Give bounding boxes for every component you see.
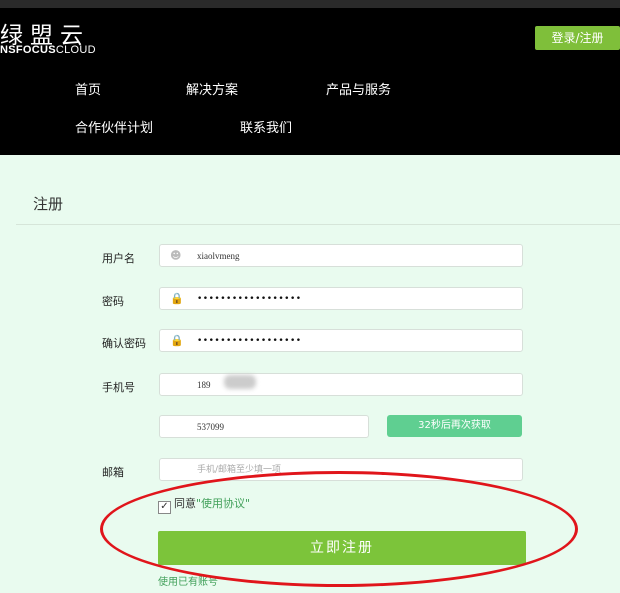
nav-item-home[interactable]: 首页 — [75, 79, 101, 98]
logo-en-thin: CLOUD — [55, 44, 96, 56]
phone-value: 189 — [197, 380, 211, 390]
phone-input[interactable]: 189 — [159, 373, 523, 396]
email-placeholder: 手机/邮箱至少填一项 — [197, 465, 282, 475]
top-strip — [0, 0, 620, 8]
resend-code-button[interactable]: 32秒后再次获取 — [387, 415, 522, 437]
password-input[interactable]: 🔒 •••••••••••••••••• — [159, 287, 523, 310]
page-title: 注册 — [33, 195, 64, 213]
username-label: 用户名 — [102, 252, 135, 265]
login-register-button[interactable]: 登录/注册 — [535, 26, 620, 50]
agree-checkbox[interactable]: ✓ — [158, 501, 171, 514]
email-label: 邮箱 — [102, 466, 124, 479]
terms-link[interactable]: "使用协议" — [196, 497, 250, 510]
top-header: 绿盟云 NSFOCUSCLOUD 登录/注册 首页 解决方案 产品与服务 合作伙… — [0, 0, 620, 155]
password-label: 密码 — [102, 295, 124, 308]
use-existing-account-link[interactable]: 使用已有账号 — [158, 573, 218, 588]
nav-item-contact[interactable]: 联系我们 — [240, 117, 292, 136]
title-divider — [16, 224, 620, 225]
nav-item-solutions[interactable]: 解决方案 — [186, 79, 238, 98]
register-now-button[interactable]: 立即注册 — [158, 531, 526, 565]
lock-icon: 🔒 — [170, 334, 184, 347]
lock-icon: 🔒 — [170, 292, 184, 305]
phone-label: 手机号 — [102, 381, 135, 394]
redacted-phone — [224, 375, 256, 389]
logo-en-bold: NSFOCUS — [0, 44, 56, 56]
confirm-password-input[interactable]: 🔒 •••••••••••••••••• — [159, 329, 523, 352]
sms-code-input[interactable]: 537099 — [159, 415, 369, 438]
register-panel: 注册 用户名 ☻ xiaolvmeng 密码 🔒 •••••••••••••••… — [0, 155, 620, 593]
confirm-password-label: 确认密码 — [102, 337, 146, 350]
password-value: •••••••••••••••••• — [197, 294, 302, 304]
confirm-password-value: •••••••••••••••••• — [197, 336, 302, 346]
email-input[interactable]: 手机/邮箱至少填一项 — [159, 458, 523, 481]
nav-item-products[interactable]: 产品与服务 — [326, 79, 391, 98]
username-value: xiaolvmeng — [197, 251, 240, 261]
logo-subtitle: NSFOCUSCLOUD — [0, 44, 96, 56]
user-icon: ☻ — [170, 249, 182, 262]
sms-code-value: 537099 — [197, 422, 224, 432]
nav-item-partners[interactable]: 合作伙伴计划 — [75, 117, 153, 136]
agree-text: 同意 — [174, 497, 196, 510]
agreement-row: ✓ 同意"使用协议" — [158, 495, 250, 514]
username-input[interactable]: ☻ xiaolvmeng — [159, 244, 523, 267]
red-annotation-ellipse — [100, 471, 578, 587]
